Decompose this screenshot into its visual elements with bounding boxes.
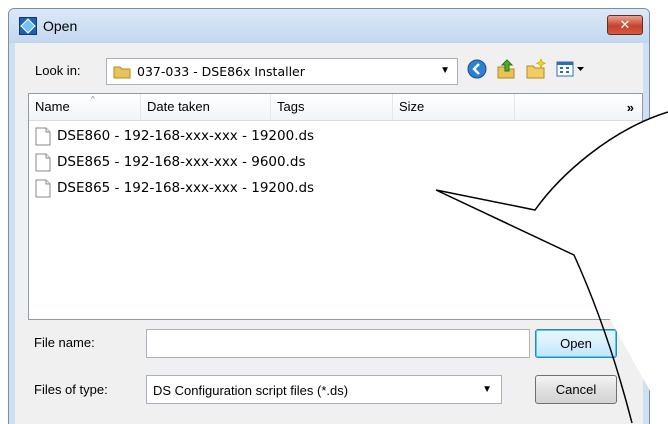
- views-menu-icon[interactable]: [555, 58, 589, 80]
- file-name-text: DSE865 - 192-168-xxx-xxx - 9600.ds: [57, 154, 306, 170]
- open-dialog: Open ✕ Look in: 037-033 - DSE86x Install…: [8, 8, 650, 424]
- chevron-down-icon: ▼: [440, 65, 450, 76]
- column-size[interactable]: Size: [393, 94, 515, 120]
- window-title: Open: [43, 18, 78, 34]
- file-name-label: File name:: [34, 335, 95, 350]
- column-name-label: Name: [35, 99, 70, 114]
- file-name-text: DSE860 - 192-168-xxx-xxx - 19200.ds: [57, 128, 315, 144]
- column-date-taken[interactable]: Date taken: [141, 94, 271, 120]
- document-icon: [35, 179, 51, 198]
- document-icon: [35, 127, 51, 146]
- cancel-button[interactable]: Cancel: [535, 375, 617, 404]
- file-name-field[interactable]: [146, 329, 530, 358]
- app-icon: [19, 17, 37, 35]
- close-icon: ✕: [619, 17, 631, 32]
- column-size-label: Size: [399, 99, 425, 114]
- column-tags[interactable]: Tags: [271, 94, 393, 120]
- cancel-button-label: Cancel: [555, 382, 597, 397]
- more-columns-button[interactable]: »: [627, 94, 634, 122]
- file-name-text: DSE865 - 192-168-xxx-xxx - 19200.ds: [57, 180, 315, 196]
- up-folder-icon[interactable]: [495, 58, 517, 80]
- sort-ascending-icon: ^: [91, 95, 95, 104]
- column-date-label: Date taken: [147, 99, 210, 114]
- open-button-label: Open: [560, 336, 592, 351]
- close-button[interactable]: ✕: [607, 15, 643, 35]
- file-list[interactable]: ^ Name Date taken Tags Size » DSE860 - 1…: [28, 93, 643, 320]
- folder-icon: [113, 66, 131, 79]
- file-type-value: DS Configuration script files (*.ds): [153, 383, 349, 398]
- file-type-combo[interactable]: DS Configuration script files (*.ds) ▼: [146, 375, 502, 404]
- column-header: ^ Name Date taken Tags Size »: [29, 94, 642, 121]
- new-folder-icon[interactable]: [525, 58, 547, 80]
- back-icon[interactable]: [466, 58, 488, 80]
- column-tags-label: Tags: [277, 99, 305, 114]
- current-folder: 037-033 - DSE86x Installer: [137, 64, 305, 79]
- files-of-type-label: Files of type:: [34, 382, 108, 397]
- document-icon: [35, 153, 51, 172]
- column-name[interactable]: ^ Name: [29, 94, 141, 120]
- chevron-down-icon: ▼: [482, 384, 492, 395]
- look-in-combo[interactable]: 037-033 - DSE86x Installer ▼: [106, 58, 458, 85]
- dialog-body: Look in: 037-033 - DSE86x Installer ▼ ^ …: [15, 43, 643, 424]
- look-in-label: Look in:: [35, 63, 81, 78]
- open-button[interactable]: Open: [535, 329, 617, 358]
- title-bar[interactable]: Open ✕: [9, 9, 649, 43]
